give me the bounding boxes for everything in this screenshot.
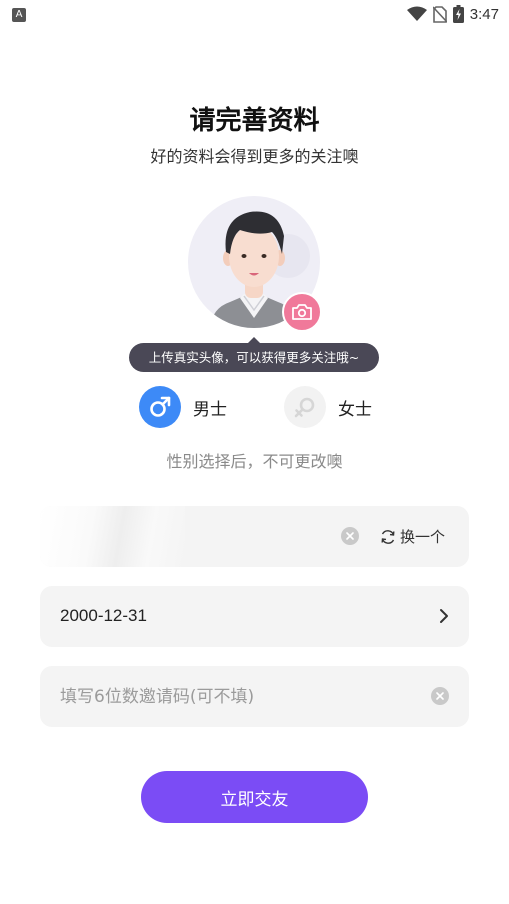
status-bar: A 3:47 — [0, 0, 509, 28]
swap-label[interactable]: 换一个 — [400, 526, 445, 547]
female-label[interactable]: 女士 — [338, 395, 372, 420]
nickname-field[interactable]: 换一个 — [40, 506, 469, 567]
avatar-tooltip: 上传真实头像，可以获得更多关注哦~ — [129, 343, 379, 372]
no-sim-icon — [432, 5, 447, 23]
swap-nickname-button[interactable]: 换一个 — [380, 526, 445, 547]
invite-code-field[interactable] — [40, 666, 469, 727]
refresh-icon — [381, 529, 395, 544]
make-friends-button[interactable]: 立即交友 — [141, 771, 368, 823]
avatar-upload[interactable] — [188, 196, 322, 332]
invite-code-input[interactable] — [60, 680, 410, 713]
battery-charging-icon — [452, 5, 464, 23]
camera-button[interactable] — [282, 292, 322, 332]
close-icon — [346, 532, 354, 540]
birthday-field[interactable]: 2000-12-31 — [40, 586, 469, 647]
close-icon — [436, 692, 444, 700]
male-circle[interactable] — [139, 386, 181, 428]
nickname-value[interactable] — [40, 506, 185, 567]
female-symbol-icon — [294, 397, 315, 418]
camera-icon — [292, 304, 312, 320]
notification-icon: A — [12, 8, 26, 22]
clear-invite-icon[interactable] — [431, 687, 449, 705]
chevron-right-icon — [440, 609, 448, 623]
clear-nickname-icon[interactable] — [341, 527, 359, 545]
birthday-value[interactable]: 2000-12-31 — [60, 606, 147, 626]
page-title: 请完善资料 — [189, 106, 320, 136]
page-subtitle: 好的资料会得到更多的关注噢 — [150, 147, 359, 166]
gender-note: 性别选择后，不可更改噢 — [166, 452, 343, 471]
male-label[interactable]: 男士 — [193, 395, 227, 420]
gender-female-option[interactable]: 女士 — [284, 386, 372, 428]
male-symbol-icon — [150, 396, 171, 417]
wifi-icon — [406, 6, 427, 21]
status-icons: 3:47 — [406, 4, 499, 24]
status-time: 3:47 — [469, 5, 499, 23]
gender-male-option[interactable]: 男士 — [139, 386, 227, 428]
female-circle[interactable] — [284, 386, 326, 428]
